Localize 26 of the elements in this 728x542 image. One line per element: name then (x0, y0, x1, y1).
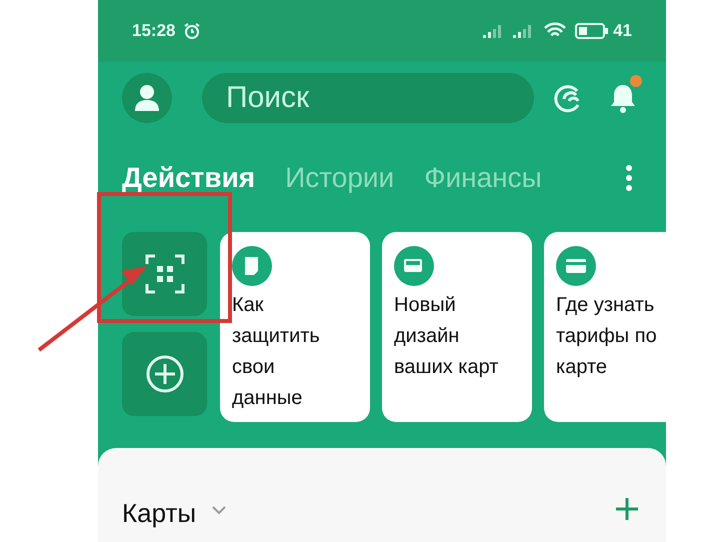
more-icon[interactable] (626, 165, 632, 191)
document-icon (232, 246, 272, 286)
card-icon (394, 246, 434, 286)
add-button[interactable] (122, 332, 207, 416)
add-circle-icon (146, 355, 184, 393)
alarm-icon (183, 22, 202, 40)
section-title: Карты (122, 497, 196, 530)
story-card[interactable]: Где узнать тарифы по карте (544, 232, 666, 422)
story-title: Где узнать тарифы по карте (556, 293, 658, 380)
bell-icon[interactable] (610, 83, 636, 113)
story-title: Новый дизайн ваших карт (394, 293, 500, 380)
moon-icon[interactable] (552, 83, 582, 113)
status-time: 15:28 (132, 20, 176, 42)
story-title: Как защитить свои данные (232, 293, 321, 411)
card-icon (556, 246, 596, 286)
battery-icon (575, 23, 610, 39)
qr-scan-icon (144, 254, 184, 294)
person-icon (134, 84, 160, 112)
profile-button[interactable] (122, 73, 172, 123)
story-card[interactable]: Как защитить свои данные (220, 232, 370, 422)
battery-level: 41 (613, 20, 632, 42)
chevron-down-icon[interactable] (212, 506, 226, 515)
scan-button[interactable] (122, 232, 207, 316)
search-field[interactable]: Поиск (202, 73, 534, 123)
add-icon[interactable] (616, 498, 638, 520)
story-card[interactable]: Новый дизайн ваших карт (382, 232, 532, 422)
